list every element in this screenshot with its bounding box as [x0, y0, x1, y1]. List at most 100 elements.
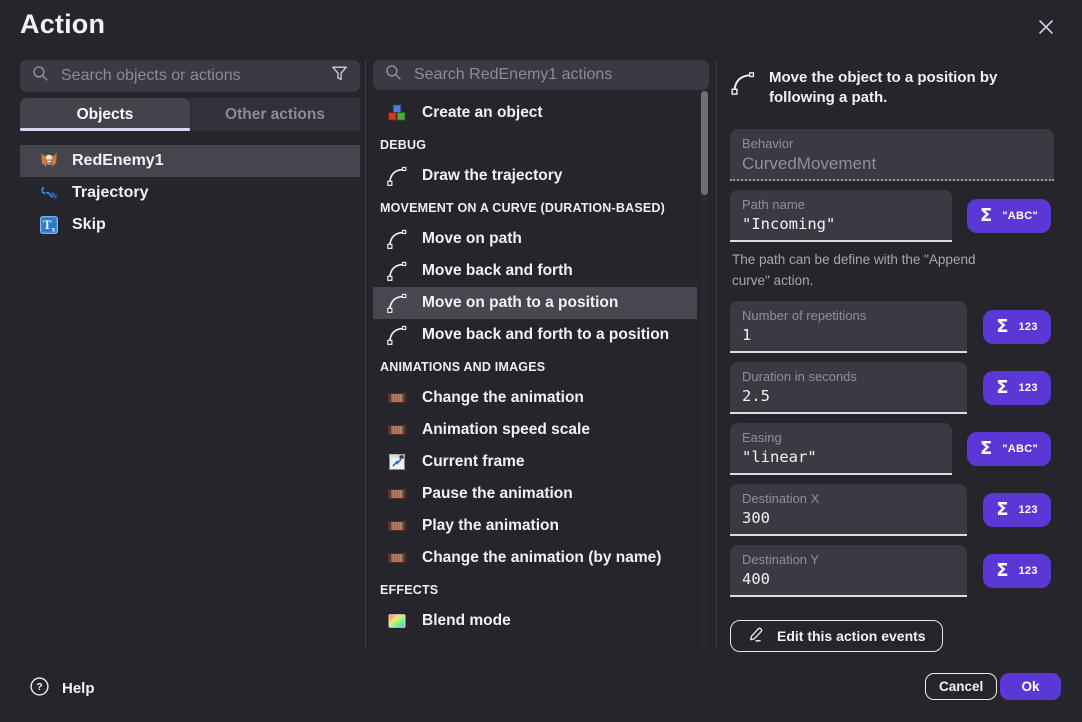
frame-icon	[385, 452, 409, 472]
film-icon	[385, 516, 409, 536]
duration-value: 2.5	[742, 387, 955, 406]
destination-x-expression-button[interactable]: Σ123	[983, 493, 1051, 527]
path-name-helper-text: The path can be define with the "Append …	[732, 249, 984, 291]
action-row-animation-speed-scale[interactable]: Animation speed scale	[373, 414, 697, 446]
field-group-behavior: BehaviorCurvedMovement	[730, 129, 1062, 181]
field-group-easing: Easing"linear" Σ "ABC"	[730, 423, 1062, 475]
scrollbar-thumb[interactable]	[701, 91, 708, 195]
object-row-skip[interactable]: TxSkip	[20, 209, 360, 241]
actions-panel: Search RedEnemy1 actions Create an objec…	[373, 60, 709, 637]
edit-action-events-button[interactable]: Edit this action events	[730, 620, 943, 652]
sigma-icon: Σ	[996, 379, 1008, 397]
object-row-trajectory[interactable]: Trajectory	[20, 177, 360, 209]
destination-x-field[interactable]: Destination X 300	[730, 484, 967, 536]
field-group-destination-y: Destination Y400 Σ123	[730, 545, 1062, 597]
expression-type-label: 123	[1019, 321, 1038, 333]
filter-icon[interactable]	[330, 64, 349, 88]
action-label: Animation speed scale	[422, 421, 590, 439]
svg-text:T: T	[43, 218, 51, 232]
duration-field[interactable]: Duration in seconds 2.5	[730, 362, 967, 414]
action-row-blend-mode[interactable]: Blend mode	[373, 605, 697, 637]
trajectory-icon	[37, 183, 61, 203]
page-title: Action	[20, 9, 105, 40]
destination-x-label: Destination X	[742, 491, 955, 506]
action-label: Current frame	[422, 453, 525, 471]
ok-button[interactable]: Ok	[1000, 673, 1061, 700]
repetitions-field[interactable]: Number of repetitions1	[730, 301, 967, 353]
path-name-expression-button[interactable]: Σ"ABC"	[967, 199, 1051, 233]
action-row-current-frame[interactable]: Current frame	[373, 446, 697, 478]
duration-expression-button[interactable]: Σ123	[983, 371, 1051, 405]
close-icon[interactable]	[1034, 15, 1058, 39]
action-row-pause-the-animation[interactable]: Pause the animation	[373, 478, 697, 510]
field-group-destination-x: Destination X 300 Σ123	[730, 484, 1062, 536]
object-label: Trajectory	[72, 184, 148, 202]
field-row-duration: Duration in seconds 2.5 Σ123	[730, 362, 1062, 414]
field-row-behavior: BehaviorCurvedMovement	[730, 129, 1062, 181]
path-name-field[interactable]: Path name"Incoming"	[730, 190, 952, 242]
panel-divider	[365, 60, 366, 648]
action-row-play-the-animation[interactable]: Play the animation	[373, 510, 697, 542]
parameter-fields: BehaviorCurvedMovement Path name"Incoming…	[730, 129, 1062, 597]
svg-text:?: ?	[36, 681, 42, 693]
action-row-move-back-and-forth-to-a-position[interactable]: Move back and forth to a position	[373, 319, 697, 351]
help-button[interactable]: ? Help	[29, 676, 95, 701]
action-label: Blend mode	[422, 612, 511, 630]
action-row-move-on-path[interactable]: Move on path	[373, 223, 697, 255]
edit-action-events-label: Edit this action events	[777, 628, 926, 644]
action-label: Move on path to a position	[422, 294, 618, 312]
svg-text:x: x	[52, 225, 56, 233]
actions-search-placeholder: Search RedEnemy1 actions	[414, 66, 698, 84]
action-row-move-back-and-forth[interactable]: Move back and forth	[373, 255, 697, 287]
sigma-icon: Σ	[980, 207, 992, 225]
section-header: ANIMATIONS AND IMAGES	[373, 351, 709, 382]
cubes-icon	[385, 103, 409, 123]
actions-search-input[interactable]: Search RedEnemy1 actions	[373, 60, 709, 90]
action-row-draw-the-trajectory[interactable]: Draw the trajectory	[373, 160, 697, 192]
action-row-change-the-animation-by-name-[interactable]: Change the animation (by name)	[373, 542, 697, 574]
action-row-move-on-path-to-a-position[interactable]: Move on path to a position	[373, 287, 697, 319]
objects-search-input[interactable]: Search objects or actions	[20, 60, 360, 92]
section-header: MOVEMENT ON A CURVE (DURATION-BASED)	[373, 192, 709, 223]
tab-objects[interactable]: Objects	[20, 98, 190, 131]
behavior-field: BehaviorCurvedMovement	[730, 129, 1054, 181]
destination-y-value: 400	[742, 570, 955, 589]
easing-field[interactable]: Easing"linear"	[730, 423, 952, 475]
action-list: Create an object DEBUG Draw the trajectory…	[373, 97, 709, 637]
tab-other-actions[interactable]: Other actions	[190, 98, 360, 131]
path-name-label: Path name	[742, 197, 940, 212]
help-label: Help	[62, 680, 95, 697]
pencil-icon	[747, 625, 766, 647]
action-description: Move the object to a position by followi…	[730, 68, 1062, 108]
objects-panel: Search objects or actions Objects Other …	[20, 60, 360, 241]
expression-type-label: "ABC"	[1002, 443, 1038, 455]
cancel-button[interactable]: Cancel	[925, 673, 997, 700]
action-row-create-an-object[interactable]: Create an object	[373, 97, 697, 129]
action-row-change-the-animation[interactable]: Change the animation	[373, 382, 697, 414]
destination-y-expression-button[interactable]: Σ123	[983, 554, 1051, 588]
destination-x-value: 300	[742, 509, 955, 528]
film-icon	[385, 388, 409, 408]
action-label: Move back and forth	[422, 262, 573, 280]
action-label: Create an object	[422, 104, 543, 122]
destination-y-field[interactable]: Destination Y400	[730, 545, 967, 597]
action-label: Draw the trajectory	[422, 167, 562, 185]
sigma-icon: Σ	[980, 440, 992, 458]
object-row-redenemy1[interactable]: RedEnemy1	[20, 145, 360, 177]
section-header: EFFECTS	[373, 574, 709, 605]
action-label: Play the animation	[422, 517, 559, 535]
behavior-value: CurvedMovement	[742, 154, 1042, 173]
repetitions-expression-button[interactable]: Σ123	[983, 310, 1051, 344]
object-tabs: Objects Other actions	[20, 98, 360, 131]
section-header: DEBUG	[373, 129, 709, 160]
object-label: RedEnemy1	[72, 152, 164, 170]
blend-icon	[385, 611, 409, 631]
action-label: Change the animation (by name)	[422, 549, 661, 567]
easing-expression-button[interactable]: Σ "ABC"	[967, 432, 1051, 466]
film-icon	[385, 484, 409, 504]
scrollbar-track[interactable]	[701, 91, 708, 649]
action-label: Move on path	[422, 230, 522, 248]
action-label: Move back and forth to a position	[422, 326, 669, 344]
action-label: Pause the animation	[422, 485, 573, 503]
duration-label: Duration in seconds	[742, 369, 955, 384]
